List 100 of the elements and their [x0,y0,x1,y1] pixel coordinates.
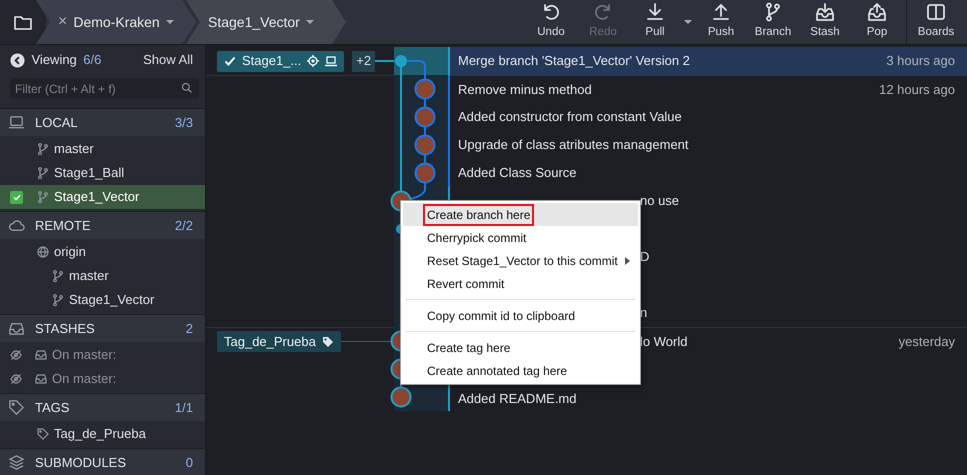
pull-button[interactable]: Pull [629,0,681,44]
search-icon [181,82,193,94]
sidebar-item[interactable]: Stage1_Vector [0,185,205,209]
upload-icon [711,2,731,22]
show-all-button[interactable]: Show All [143,50,193,70]
commit-row[interactable]: Added Class Source [450,159,967,187]
eye-slash-icon [10,373,22,385]
tray-download-icon [815,2,835,22]
commit-message: Merge branch 'Stage1_Vector' Version 2 [458,52,690,70]
back-icon [10,52,25,68]
branch-button[interactable]: Branch [747,0,799,44]
stash-item[interactable]: On master: [0,343,205,367]
branch-tab[interactable]: Stage1_Vector [186,0,346,44]
section-title: REMOTE [35,216,91,235]
section-title: SUBMODULES [35,454,126,472]
stash-item[interactable]: On master: [0,367,205,391]
boards-button[interactable]: Boards [910,0,962,44]
sidebar-item[interactable]: master [0,137,205,161]
commit-time: yesterday [898,332,955,351]
tag-icon [37,428,49,440]
branch-icon [37,167,49,179]
commit-message: D [640,248,650,266]
branch-icon [52,294,64,306]
sidebar-item[interactable]: master [0,264,205,288]
section-count: 1/1 [174,398,193,417]
section-count: 2 [186,320,193,338]
tray-upload-icon [867,2,887,22]
pop-button[interactable]: Pop [851,0,903,44]
menu-item[interactable]: Cherrypick commit [403,226,638,249]
commit-time: 3 hours ago [886,52,955,70]
viewing-label: Viewing [32,51,77,70]
tag-icon [322,336,334,348]
close-button[interactable]: × [58,14,68,30]
menu-item[interactable]: Revert commit [403,272,638,295]
commit-row[interactable]: Added constructor from constant Value [450,103,967,131]
repo-tab[interactable]: × Demo-Kraken [36,0,196,44]
stash-button[interactable]: Stash [799,0,851,44]
commit-message: no use [640,192,680,210]
menu-item[interactable]: Copy commit id to clipboard [403,304,638,327]
section-count: 2/2 [174,216,193,235]
caret-icon [166,20,174,24]
commit-row[interactable]: D [640,243,967,271]
eye-slash-icon [10,349,22,361]
download-icon [645,2,665,22]
sidebar-item[interactable]: Stage1_Ball [0,161,205,185]
tag-icon [8,399,25,416]
commit-row[interactable]: Remove minus method 12 hours ago [450,75,967,103]
sidebar-item[interactable]: Tag_de_Prueba [0,422,205,446]
undo-button[interactable]: Undo [525,0,577,44]
section-header[interactable]: SUBMODULES 0 [0,448,205,475]
commit-message: Added constructor from constant Value [458,108,682,126]
commit-row[interactable]: Upgrade of class atributes management [450,131,967,159]
tag-label[interactable]: Tag_de_Prueba [217,331,341,352]
commit-message: Remove minus method [458,80,592,99]
laptop-icon [8,114,25,131]
menu-item[interactable]: Create tag here [403,336,638,359]
section-count: 3/3 [174,114,193,132]
check-icon [224,55,236,67]
section-title: STASHES [35,320,95,338]
commit-message: Upgrade of class atributes management [458,136,689,154]
check-icon [12,192,22,202]
section-title: LOCAL [35,114,78,132]
commit-row[interactable]: Added README.md [450,387,967,411]
branch-icon [52,270,64,282]
branch-icon [37,143,49,155]
viewing-count: 6/6 [83,51,102,70]
tray-icon [35,373,47,385]
commit-time: 12 hours ago [879,80,955,99]
ref-connector [375,60,394,62]
section-header[interactable]: REMOTE 2/2 [0,211,205,239]
section-header[interactable]: LOCAL 3/3 [0,108,205,136]
columns-icon [926,2,946,22]
section-title: TAGS [35,398,70,417]
menu-item[interactable]: Create branch here [403,203,638,226]
commit-message: n [640,304,648,322]
section-count: 0 [186,454,193,472]
commit-row[interactable]: no use [640,187,967,215]
section-header[interactable]: TAGS 1/1 [0,393,205,421]
menu-item[interactable]: Create annotated tag here [403,359,638,382]
hidden-refs-count[interactable]: +2 [352,50,376,72]
tray-icon [35,349,47,361]
target-icon [307,55,320,67]
laptop-icon [325,55,338,67]
caret-icon [306,20,314,24]
commit-message: Added Class Source [458,164,577,182]
filter-field[interactable]: Filter (Ctrl + Alt + f) [10,78,199,99]
redo-icon [593,2,613,22]
commit-row[interactable]: Merge branch 'Stage1_Vector' Version 2 3 hours ago [450,47,967,75]
menu-item[interactable]: Reset Stage1_Vector to this commit [403,249,638,272]
commit-row[interactable]: n [640,299,967,327]
caret-icon [684,20,692,24]
folder-button[interactable] [0,0,46,44]
checkbox[interactable] [10,190,23,204]
branch-icon [763,2,783,22]
layers-icon [8,454,25,471]
sidebar-item[interactable]: Stage1_Vector [0,288,205,312]
push-button[interactable]: Push [695,0,747,44]
section-header[interactable]: STASHES 2 [0,314,205,342]
branch-label[interactable]: Stage1_... [217,50,344,72]
sidebar-item[interactable]: origin [0,240,205,264]
